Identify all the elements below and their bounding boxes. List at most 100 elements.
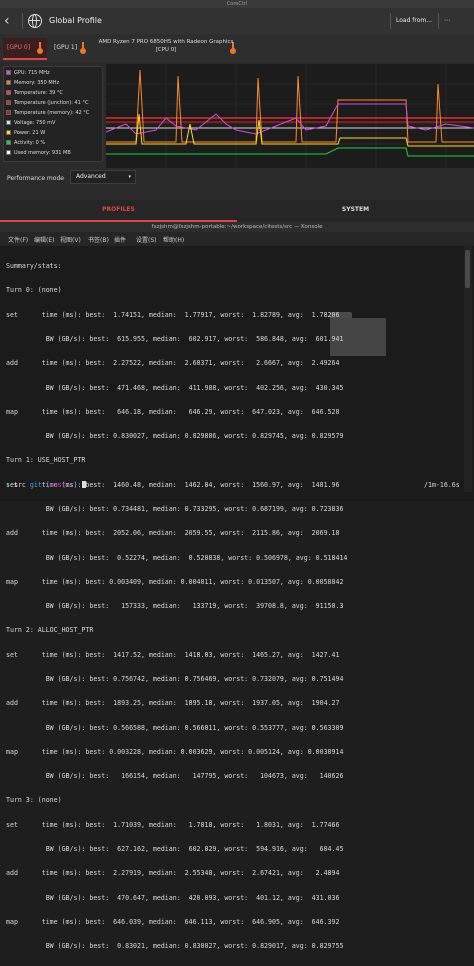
menu-icon[interactable]: ⋯	[444, 17, 450, 24]
series-memory-clock	[106, 69, 474, 143]
sensor-graph	[106, 64, 474, 168]
menu-bookmarks[interactable]: 书签(B)	[88, 235, 109, 244]
terminal-line: BW (GB/s): best: 0.756742, median: 0.756…	[6, 674, 344, 683]
terminal-line: map time (ms): best: 0.003409, median: 0…	[6, 577, 344, 586]
terminal-line: set time (ms): best: 1417.52, median: 14…	[6, 650, 340, 659]
terminal-output[interactable]: Summary/stats: Turn 0: (none) set time (…	[0, 246, 460, 950]
thermometer-icon	[37, 42, 43, 54]
konsole-titlebar: fxzjshm@fxzjshm-portable:~/workspace/cit…	[0, 222, 474, 232]
terminal-line: BW (GB/s): best: 471.468, median: 411.98…	[6, 383, 344, 392]
performance-mode-value: Advanced	[76, 173, 106, 180]
chevron-down-icon: ▾	[128, 174, 131, 180]
globe-icon	[28, 14, 42, 28]
sensor-checkbox[interactable]	[6, 80, 11, 85]
terminal-line: BW (GB/s): best: 470.647, median: 420.09…	[6, 893, 340, 902]
command-duration: /1m-16.6s	[424, 481, 460, 489]
prompt-branch: master	[49, 481, 74, 489]
corectrl-window: CoreCtrl ‹ Global Profile Load from... ⋯…	[0, 0, 474, 222]
prompt-git-close: )	[73, 481, 78, 489]
terminal-line: map time (ms): best: 0.003228, median: 0…	[6, 747, 344, 756]
terminal-line: Turn 2: ALLOC_HOST_PTR	[6, 626, 94, 635]
cpu-index: [CPU 0]	[155, 47, 177, 53]
header-divider	[390, 13, 391, 29]
performance-mode-label: Performance mode	[7, 175, 64, 182]
device-tabs: [GPU 0] [GPU 1] AMD Ryzen 7 PRO 6850HS w…	[0, 34, 474, 62]
sensor-checkbox[interactable]	[6, 130, 11, 135]
terminal-line: BW (GB/s): best: 0.83021, median: 0.8300…	[6, 942, 344, 951]
menu-edit[interactable]: 编辑(E)	[34, 235, 54, 244]
sensor-checkbox[interactable]	[6, 140, 11, 145]
series-power	[106, 113, 474, 147]
load-from-button[interactable]: Load from...	[396, 17, 432, 24]
sensor-checkbox[interactable]	[6, 70, 11, 75]
sensor-item[interactable]: Activity: 0 %	[6, 138, 45, 148]
terminal-line: Turn 1: USE_HOST_PTR	[6, 456, 86, 465]
terminal-line: BW (GB/s): best: 0.566588, median: 0.566…	[6, 723, 344, 732]
terminal-line: set time (ms): best: 1.74151, median: 1.…	[6, 310, 340, 319]
prompt-arrow-icon: ↑	[6, 481, 10, 489]
sensor-legend: GPU: 715 MHz Memory: 350 MHz Temperature…	[3, 66, 103, 162]
konsole-window: fxzjshm@fxzjshm-portable:~/workspace/cit…	[0, 222, 474, 950]
corectrl-titlebar: CoreCtrl	[0, 0, 474, 8]
sensor-item[interactable]: GPU: 715 MHz	[6, 68, 50, 78]
terminal-line: BW (GB/s): best: 0.734481, median: 0.733…	[6, 505, 344, 513]
konsole-menubar: 文件(F) 编辑(E) 视图(V) 书签(B) 插件 设置(S) 帮助(H)	[0, 232, 474, 246]
profile-header: ‹ Global Profile Load from... ⋯	[0, 8, 474, 34]
thermometer-icon	[80, 42, 86, 54]
header-divider	[438, 13, 439, 29]
tab-profiles[interactable]: PROFILES	[0, 200, 237, 222]
terminal-line: Summary/stats:	[6, 262, 62, 271]
sensor-item[interactable]: Voltage: 750 mV	[6, 118, 55, 128]
tab-cpu-0-label: AMD Ryzen 7 PRO 6850HS with Radeon Graph…	[98, 38, 234, 54]
terminal-scrollbar[interactable]	[464, 246, 472, 492]
sensor-item[interactable]: Temperature: 39 °C	[6, 88, 63, 98]
series-gpu-clock	[106, 103, 474, 135]
terminal-line: BW (GB/s): best: 627.162, median: 602.02…	[6, 844, 344, 853]
tab-gpu-1-label: [GPU 1]	[54, 44, 78, 51]
sensor-checkbox[interactable]	[6, 100, 11, 105]
sensor-item[interactable]: Temperature (junction): 41 °C	[6, 98, 88, 108]
menu-view[interactable]: 视图(V)	[60, 235, 81, 244]
sensor-checkbox[interactable]	[6, 110, 11, 115]
terminal-line: map time (ms): best: 646.18, median: 646…	[6, 407, 340, 416]
terminal-line: add time (ms): best: 1893.25, median: 18…	[6, 699, 340, 708]
prompt-git: git:(	[29, 481, 50, 489]
text-cursor	[81, 481, 86, 488]
terminal-line: BW (GB/s): best: 0.52274, median: 0.5208…	[6, 553, 348, 562]
prompt-path: src	[13, 481, 26, 489]
terminal-line: BW (GB/s): best: 0.830027, median: 0.829…	[6, 432, 344, 441]
terminal-line: add time (ms): best: 2.27919, median: 2.…	[6, 869, 340, 878]
terminal-line: map time (ms): best: 646.039, median: 64…	[6, 917, 340, 926]
terminal-line: add time (ms): best: 2.27522, median: 2.…	[6, 359, 340, 368]
menu-help[interactable]: 帮助(H)	[163, 235, 184, 244]
menu-file[interactable]: 文件(F)	[8, 235, 28, 244]
tab-gpu-0[interactable]: [GPU 0]	[3, 38, 47, 60]
shell-prompt[interactable]: ↑ src git:(master)	[6, 481, 86, 489]
bottom-tabs: PROFILES SYSTEM	[0, 200, 474, 222]
terminal-line: Turn 0: (none)	[6, 286, 62, 295]
terminal-line: add time (ms): best: 2052.06, median: 20…	[6, 529, 340, 538]
tab-system[interactable]: SYSTEM	[237, 200, 474, 222]
terminal-line: BW (GB/s): best: 157333, median: 133719,…	[6, 602, 344, 611]
terminal-line: BW (GB/s): best: 166154, median: 147795,…	[6, 772, 344, 781]
profile-title: Global Profile	[49, 16, 102, 25]
tab-gpu-1[interactable]: [GPU 1]	[50, 38, 92, 60]
menu-plugins[interactable]: 插件	[114, 235, 126, 244]
series-activity	[106, 147, 474, 157]
sensor-item[interactable]: Used memory: 931 MB	[6, 148, 71, 158]
sensor-checkbox[interactable]	[6, 90, 11, 95]
performance-mode-select[interactable]: Advanced ▾	[70, 170, 136, 184]
sensor-item[interactable]: Memory: 350 MHz	[6, 78, 59, 88]
sensor-checkbox[interactable]	[6, 150, 11, 155]
menu-settings[interactable]: 设置(S)	[136, 235, 157, 244]
sensor-checkbox[interactable]	[6, 120, 11, 125]
sensor-item[interactable]: Temperature (memory): 42 °C	[6, 108, 89, 118]
terminal-line: set time (ms): best: 1.71039, median: 1.…	[6, 820, 340, 829]
header-divider	[22, 13, 23, 29]
terminal-line: BW (GB/s): best: 615.955, median: 602.91…	[6, 335, 344, 344]
scrollbar-thumb[interactable]	[465, 250, 470, 288]
terminal-line: Turn 3: (none)	[6, 796, 62, 805]
sensor-item[interactable]: Power: 21 W	[6, 128, 45, 138]
tab-gpu-0-label: [GPU 0]	[7, 44, 31, 51]
back-arrow-icon[interactable]: ‹	[4, 12, 18, 30]
